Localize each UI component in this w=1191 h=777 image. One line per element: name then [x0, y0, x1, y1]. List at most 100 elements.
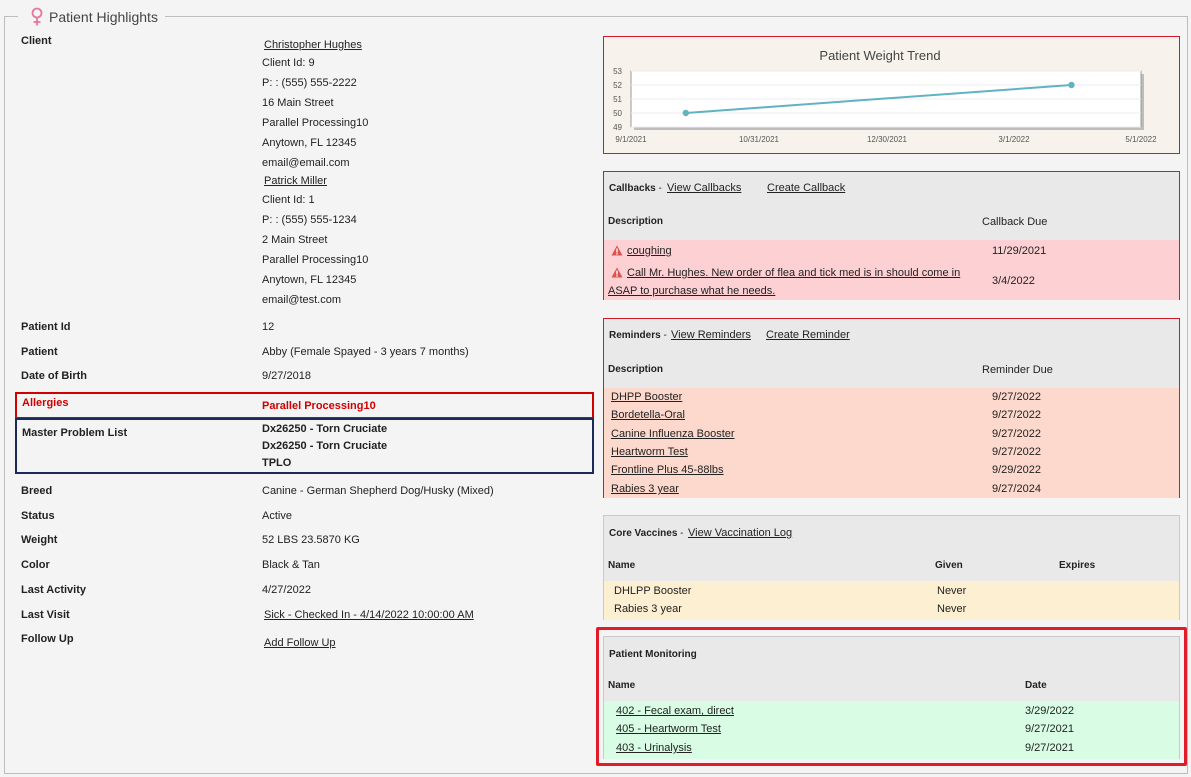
last-activity-value: 4/27/2022 — [262, 584, 311, 596]
section-legend: Patient Highlights — [26, 6, 161, 28]
problem-item: Dx26250 - Torn Cruciate — [262, 440, 388, 452]
status-label: Status — [21, 510, 55, 522]
callbacks-col-description: Description — [608, 216, 664, 227]
dob-label: Date of Birth — [21, 370, 87, 382]
data-point — [1068, 81, 1075, 89]
last-activity-label: Last Activity — [21, 584, 87, 596]
vaccines-col-name: Name — [608, 560, 636, 571]
reminder-due-date: 9/27/2022 — [992, 446, 1041, 458]
patient-id-value: 12 — [262, 321, 275, 333]
reminder-description-link[interactable]: Frontline Plus 45-88lbs — [611, 464, 724, 476]
client-city: Anytown, FL 12345 — [262, 137, 357, 149]
reminder-due-date: 9/27/2022 — [992, 409, 1041, 421]
weight-label: Weight — [21, 534, 58, 546]
view-vaccination-log-link[interactable]: View Vaccination Log — [688, 527, 792, 539]
add-follow-up-link[interactable]: Add Follow Up — [264, 637, 336, 649]
view-reminders-link[interactable]: View Reminders — [671, 329, 751, 341]
vaccine-name: Rabies 3 year — [614, 603, 682, 615]
color-value: Black & Tan — [262, 559, 320, 571]
female-icon — [31, 7, 43, 26]
problem-item: Dx26250 - Torn Cruciate — [262, 423, 388, 435]
warning-icon — [611, 245, 623, 256]
reminder-description-link[interactable]: Rabies 3 year — [611, 483, 679, 495]
weight-trend-panel: Patient Weight Trend 49 50 51 52 53 9/1/2021 1… — [603, 36, 1180, 154]
x-tick-label: 9/1/2021 — [615, 135, 647, 144]
reminder-due-date: 9/29/2022 — [992, 464, 1041, 476]
create-reminder-link[interactable]: Create Reminder — [766, 329, 850, 341]
reminder-description-link[interactable]: Canine Influenza Booster — [611, 428, 735, 440]
client-email: email@test.com — [262, 294, 342, 306]
monitoring-item-link[interactable]: 403 - Urinalysis — [616, 742, 692, 754]
reminder-due-date: 9/27/2022 — [992, 391, 1041, 403]
vaccine-given: Never — [937, 603, 967, 615]
chart-title: Patient Weight Trend — [819, 48, 940, 63]
client-phone: P: : (555) 555-2222 — [262, 77, 357, 89]
client-id: Client Id: 9 — [262, 57, 315, 69]
reminder-description-link[interactable]: Heartworm Test — [611, 446, 688, 458]
callback-description-link[interactable]: Call Mr. Hughes. New order of flea and t… — [627, 267, 960, 279]
breed-label: Breed — [21, 485, 53, 497]
client-link-primary[interactable]: Christopher Hughes — [264, 39, 362, 51]
callback-description-link[interactable]: coughing — [627, 245, 672, 257]
follow-up-label: Follow Up — [21, 633, 74, 645]
reminder-due-date: 9/27/2024 — [992, 483, 1041, 495]
patient-monitoring-title: Patient Monitoring — [609, 649, 697, 660]
reminders-col-description: Description — [608, 364, 664, 375]
reminder-description-link[interactable]: Bordetella-Oral — [611, 409, 685, 421]
reminders-col-due: Reminder Due — [982, 364, 1053, 376]
weight-value: 52 LBS 23.5870 KG — [262, 534, 360, 546]
data-point — [682, 109, 689, 117]
client-id: Client Id: 1 — [262, 194, 315, 206]
x-tick-label: 3/1/2022 — [998, 135, 1030, 144]
client-link-secondary[interactable]: Patrick Miller — [264, 175, 327, 187]
monitoring-date: 3/29/2022 — [1025, 705, 1074, 717]
callback-due-date: 3/4/2022 — [992, 275, 1035, 287]
create-callback-link[interactable]: Create Callback — [767, 182, 845, 194]
monitoring-col-date: Date — [1025, 680, 1047, 691]
y-tick-label: 52 — [613, 81, 622, 90]
monitoring-date: 9/27/2021 — [1025, 742, 1074, 754]
y-tick-label: 49 — [613, 123, 622, 132]
callbacks-title: Callbacks - — [609, 183, 662, 194]
client-address-line2: Parallel Processing10 — [262, 117, 369, 129]
vaccines-col-expires: Expires — [1059, 560, 1096, 571]
reminders-title: Reminders - — [609, 330, 667, 341]
problem-item: TPLO — [262, 457, 292, 469]
core-vaccines-title: Core Vaccines - — [609, 528, 684, 539]
reminder-due-date: 9/27/2022 — [992, 428, 1041, 440]
vaccines-col-given: Given — [935, 560, 963, 571]
allergies-value: Parallel Processing10 — [262, 400, 376, 412]
warning-icon — [611, 267, 623, 278]
x-tick-label: 10/31/2021 — [739, 135, 780, 144]
x-tick-label: 5/1/2022 — [1125, 135, 1157, 144]
dob-value: 9/27/2018 — [262, 370, 311, 382]
client-label: Client — [21, 35, 52, 47]
core-vaccines-panel: Core Vaccines - View Vaccination Log Nam… — [603, 515, 1180, 620]
reminder-description-link[interactable]: DHPP Booster — [611, 391, 682, 403]
y-tick-label: 51 — [613, 95, 622, 104]
color-label: Color — [21, 559, 50, 571]
callback-due-date: 11/29/2021 — [992, 245, 1047, 257]
y-tick-label: 50 — [613, 109, 622, 118]
master-problem-list-label: Master Problem List — [22, 427, 128, 439]
reminders-panel: Reminders - View Reminders Create Remind… — [603, 318, 1180, 498]
client-city: Anytown, FL 12345 — [262, 274, 357, 286]
status-value: Active — [262, 510, 292, 522]
page-title: Patient Highlights — [49, 9, 158, 25]
y-tick-label: 53 — [613, 67, 622, 76]
x-tick-label: 12/30/2021 — [867, 135, 908, 144]
patient-value: Abby (Female Spayed - 3 years 7 months) — [262, 346, 469, 358]
allergies-label: Allergies — [22, 397, 69, 409]
vaccine-name: DHLPP Booster — [614, 585, 692, 597]
client-address-line2: Parallel Processing10 — [262, 254, 369, 266]
last-visit-link[interactable]: Sick - Checked In - 4/14/2022 10:00:00 A… — [264, 609, 474, 621]
patient-id-label: Patient Id — [21, 321, 71, 333]
client-street: 16 Main Street — [262, 97, 334, 109]
monitoring-col-name: Name — [608, 680, 636, 691]
client-street: 2 Main Street — [262, 234, 328, 246]
view-callbacks-link[interactable]: View Callbacks — [667, 182, 741, 194]
monitoring-item-link[interactable]: 405 - Heartworm Test — [616, 723, 721, 735]
last-visit-label: Last Visit — [21, 609, 70, 621]
callback-description-link-cont[interactable]: ASAP to purchase what he needs. — [608, 285, 775, 297]
monitoring-item-link[interactable]: 402 - Fecal exam, direct — [616, 705, 734, 717]
